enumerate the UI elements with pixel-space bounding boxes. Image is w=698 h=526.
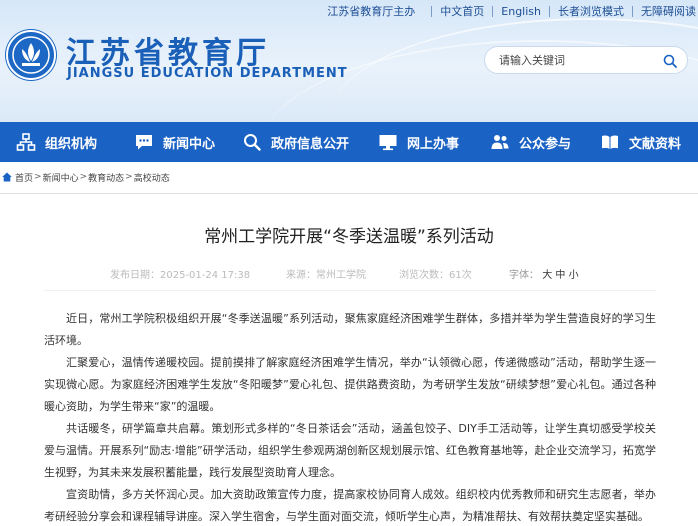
article-body: 近日，常州工学院积极组织开展“冬季送温暖”系列活动，聚焦家庭经济困难学生群体，多… — [44, 308, 656, 526]
link-elder-mode[interactable]: 长者浏览模式 — [558, 3, 624, 19]
nav-label: 政府信息公开 — [271, 136, 350, 152]
article-paragraph: 共话暖冬，研学篇章共启幕。策划形式多样的“冬日茶话会”活动，涵盖包饺子、DIY手… — [44, 422, 656, 479]
nav-item-public-participation[interactable]: 公众参与 — [474, 122, 584, 162]
breadcrumb-news-center[interactable]: 新闻中心 — [43, 171, 79, 184]
org-chart-icon — [16, 133, 36, 151]
breadcrumb-university-news[interactable]: 高校动态 — [134, 171, 170, 184]
divider — [0, 193, 698, 194]
search-doc-icon — [244, 134, 261, 151]
view-count: 浏览次数：61次 — [399, 270, 472, 281]
font-size-control: 字体： 大 中 小 — [509, 266, 579, 281]
home-icon — [2, 172, 12, 182]
main-nav: 组织机构 新闻中心 政府信息公开 网上办事 公众参与 文献资料 — [0, 122, 698, 162]
emblem-icon — [12, 36, 50, 74]
nav-item-gov-info[interactable]: 政府信息公开 — [226, 122, 362, 162]
monitor-icon — [379, 135, 397, 151]
nav-label: 网上办事 — [407, 136, 460, 152]
nav-item-documents[interactable]: 文献资料 — [584, 122, 698, 162]
font-size-small[interactable]: 小 — [569, 270, 579, 281]
link-accessibility[interactable]: 无障碍阅读 — [641, 3, 696, 19]
search-input[interactable] — [499, 53, 659, 67]
article-meta: 发布日期：2025-01-24 17:38 来源：常州工学院 浏览次数：61次 … — [0, 266, 698, 282]
nav-label: 公众参与 — [519, 136, 572, 152]
breadcrumb: 首页 > 新闻中心 > 教育动态 > 高校动态 — [0, 166, 698, 188]
nav-item-online-service[interactable]: 网上办事 — [362, 122, 474, 162]
link-chinese-home[interactable]: 中文首页 — [440, 3, 484, 19]
font-size-medium[interactable]: 中 — [555, 270, 565, 281]
nav-label: 文献资料 — [629, 136, 682, 152]
article-title: 常州工学院开展“冬季送温暖”系列活动 — [204, 227, 494, 247]
article-paragraph: 宣资助情，多方关怀润心灵。加大资助政策宣传力度，提高家校协同育人成效。组织校内优… — [44, 488, 656, 523]
nav-label: 新闻中心 — [163, 136, 216, 152]
chat-bubble-icon — [136, 135, 152, 150]
top-utility-bar: 江苏省教育厅主办 中文首页 English 长者浏览模式 无障碍阅读 — [327, 0, 698, 22]
nav-label: 组织机构 — [45, 136, 98, 152]
link-english[interactable]: English — [501, 5, 541, 18]
site-header: 江苏省教育厅主办 中文首页 English 长者浏览模式 无障碍阅读 江苏省教育… — [0, 0, 698, 122]
article-source: 来源：常州工学院 — [286, 270, 366, 281]
people-icon — [491, 135, 509, 149]
breadcrumb-home[interactable]: 首页 — [15, 171, 33, 184]
book-icon — [602, 135, 618, 149]
search-icon[interactable] — [663, 54, 677, 68]
emblem-icon[interactable] — [6, 30, 56, 80]
breadcrumb-education-news[interactable]: 教育动态 — [88, 171, 124, 184]
nav-item-organization[interactable]: 组织机构 — [0, 122, 118, 162]
article-paragraph: 近日，常州工学院积极组织开展“冬季送温暖”系列活动，聚焦家庭经济困难学生群体，多… — [44, 312, 656, 347]
meta-divider — [44, 290, 656, 291]
publish-date: 发布日期：2025-01-24 17:38 — [110, 270, 251, 281]
font-size-large[interactable]: 大 — [542, 270, 552, 281]
site-subtitle: JIANGSU EDUCATION DEPARTMENT — [67, 66, 348, 81]
article-paragraph: 汇聚爱心，温情传递暖校园。提前摸排了解家庭经济困难学生情况，举办“认领微心愿，传… — [44, 356, 656, 413]
font-size-label: 字体： — [509, 270, 539, 281]
nav-item-news[interactable]: 新闻中心 — [118, 122, 226, 162]
search-box — [484, 46, 688, 74]
site-owner: 江苏省教育厅主办 — [327, 5, 416, 18]
